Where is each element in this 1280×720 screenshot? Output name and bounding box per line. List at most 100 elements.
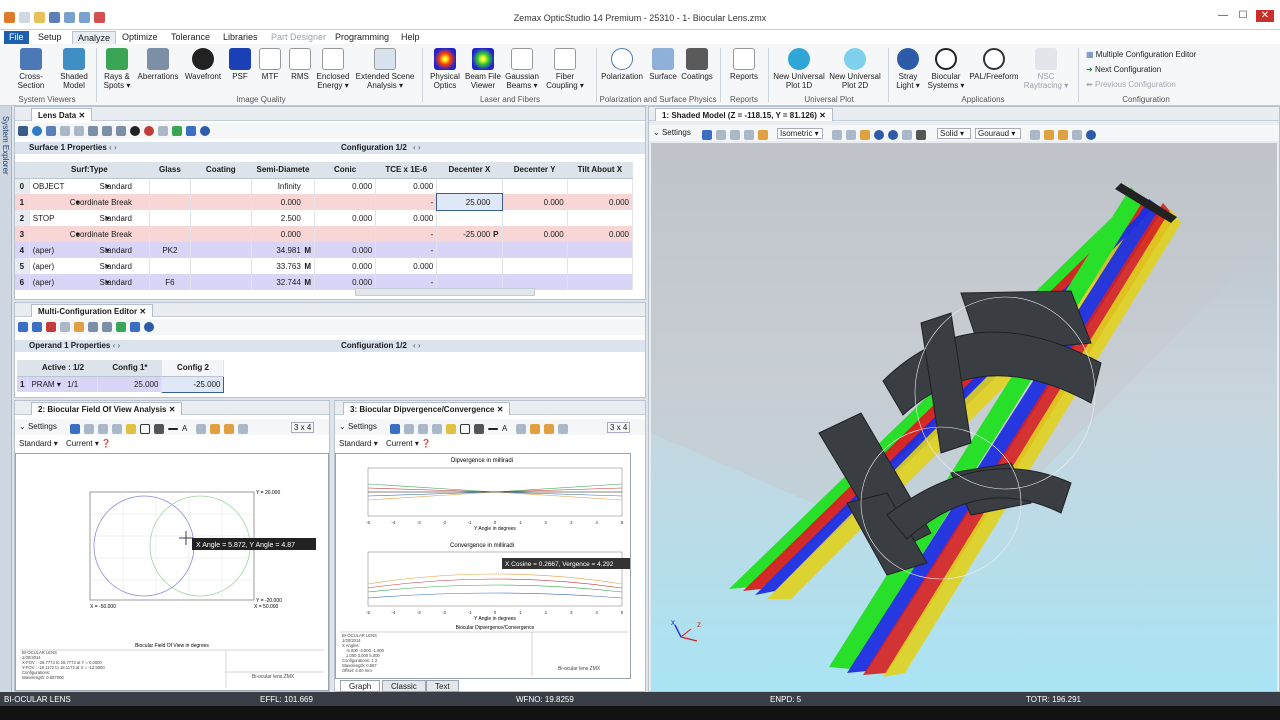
grid-icon[interactable]: [224, 424, 234, 434]
axes-icon[interactable]: [758, 130, 768, 140]
tool-icon[interactable]: [74, 322, 84, 332]
shading-select[interactable]: Gouraud ▾: [975, 128, 1021, 139]
col-header[interactable]: Decenter X: [436, 162, 503, 179]
tilt-x-cell[interactable]: [567, 242, 634, 258]
prev-surface-icon[interactable]: ‹: [109, 143, 112, 152]
new-universal-plot-2d-button[interactable]: New Universal Plot 2D: [828, 48, 882, 90]
convert-icon[interactable]: [130, 322, 140, 332]
col-header[interactable]: TCE x 1E-6: [375, 162, 438, 179]
surf-type-cell[interactable]: Coordinate Break ▾: [29, 194, 151, 210]
system-explorer-sidebar[interactable]: System Explorer: [0, 106, 12, 692]
semi-diameter-cell[interactable]: 33.763 M: [251, 258, 316, 274]
pencil-icon[interactable]: [446, 424, 456, 434]
semi-diameter-cell[interactable]: 2.500: [251, 210, 316, 226]
next-configuration-link[interactable]: ➜ Next Configuration: [1086, 65, 1161, 74]
menu-setup[interactable]: Setup: [33, 31, 67, 44]
surf-type-cell[interactable]: STOP Standard ▾: [29, 210, 151, 226]
tool-icon[interactable]: [158, 126, 168, 136]
aberrations-button[interactable]: Aberrations: [136, 48, 180, 81]
surf-type-cell[interactable]: (aper) Standard ▾: [29, 274, 151, 290]
copy-icon[interactable]: [84, 424, 94, 434]
table-row[interactable]: 4 (aper) Standard ▾ PK2 34.981 M 0.000-: [15, 242, 634, 258]
decenter-x-cell[interactable]: [436, 178, 503, 194]
col-header[interactable]: Active : 1/2: [27, 360, 99, 377]
text-icon[interactable]: A: [182, 424, 192, 434]
z-icon[interactable]: [888, 130, 898, 140]
convert-icon[interactable]: [186, 126, 196, 136]
grid-icon[interactable]: [1058, 130, 1068, 140]
solve-flag[interactable]: M: [303, 246, 311, 255]
config-nav-icon[interactable]: ‹ ›: [413, 340, 421, 352]
operand-cell[interactable]: PRAM ▾ 1/1: [27, 376, 99, 392]
table-row[interactable]: 1 Coordinate Break ▾ 0.000 -25.000 0.000 0.0…: [15, 193, 634, 211]
col-header[interactable]: Coating: [190, 162, 252, 179]
nsc-raytracing-button[interactable]: NSC Raytracing ▾: [1022, 48, 1070, 90]
close-button[interactable]: ✕: [1256, 10, 1274, 22]
arrow-icon[interactable]: [154, 424, 164, 434]
glass-cell[interactable]: [149, 226, 191, 242]
col-header[interactable]: Conic: [314, 162, 377, 179]
next-surface-icon[interactable]: ›: [114, 143, 117, 152]
physical-optics-button[interactable]: Physical Optics: [426, 48, 464, 90]
conic-cell[interactable]: [314, 194, 377, 210]
tce-cell[interactable]: 0.000: [375, 258, 438, 274]
grid-icon[interactable]: [102, 322, 112, 332]
decenter-x-cell[interactable]: [436, 258, 503, 274]
tilt-x-cell[interactable]: 0.000: [567, 194, 634, 210]
fiber-coupling-button[interactable]: Fiber Coupling ▾: [544, 48, 586, 90]
current-dropdown[interactable]: Current ▾: [386, 439, 419, 448]
surface-properties-bar[interactable]: Surface 1 Properties ‹ › Configuration 1/…: [15, 142, 645, 154]
rectangle-icon[interactable]: [460, 424, 470, 434]
rays-spots-button[interactable]: Rays & Spots ▾: [100, 48, 134, 90]
current-dropdown[interactable]: Current ▾: [66, 439, 99, 448]
tab-shaded-model[interactable]: 1: Shaded Model (Z = -118.15, Y = 81.126…: [655, 108, 833, 121]
line-icon[interactable]: [488, 428, 498, 430]
conic-cell[interactable]: [314, 226, 377, 242]
lock-icon[interactable]: [1030, 130, 1040, 140]
minimize-button[interactable]: —: [1214, 10, 1232, 22]
config-nav-icon[interactable]: ‹ ›: [413, 142, 421, 154]
gaussian-beams-button[interactable]: Gaussian Beams ▾: [504, 48, 540, 90]
col-header[interactable]: Glass: [149, 162, 191, 179]
dropdown-icon[interactable]: ▾: [106, 278, 110, 287]
move-icon[interactable]: [18, 126, 28, 136]
stop-icon[interactable]: [144, 126, 154, 136]
col-header[interactable]: Tilt About X: [567, 162, 634, 179]
dropdown-icon[interactable]: ▾: [106, 214, 110, 223]
delete-icon[interactable]: [46, 322, 56, 332]
polarization-button[interactable]: Polarization: [600, 48, 644, 81]
help-icon[interactable]: [200, 126, 210, 136]
col-header[interactable]: Config 1*: [97, 360, 163, 377]
tool-icon[interactable]: [60, 126, 70, 136]
biocular-systems-button[interactable]: Biocular Systems ▾: [926, 48, 966, 90]
pickup-flag[interactable]: P: [493, 230, 498, 239]
layout-icon[interactable]: [46, 126, 56, 136]
print-icon[interactable]: [744, 130, 754, 140]
settings-button[interactable]: ⌄ Settings: [653, 128, 691, 137]
circle-icon[interactable]: [130, 126, 140, 136]
save-icon[interactable]: [98, 424, 108, 434]
grid-size-select[interactable]: 3 x 4: [607, 422, 631, 433]
save-icon[interactable]: [418, 424, 428, 434]
swap-icon[interactable]: [116, 322, 126, 332]
layers-icon[interactable]: [558, 424, 568, 434]
refresh-icon[interactable]: [70, 424, 80, 434]
close-icon[interactable]: ✕: [169, 405, 176, 414]
grid-size-select[interactable]: 3 x 4: [291, 422, 315, 433]
copy-icon[interactable]: [716, 130, 726, 140]
conic-cell[interactable]: 0.000: [314, 178, 377, 194]
glass-cell[interactable]: F6: [149, 274, 191, 290]
grid-icon[interactable]: [116, 126, 126, 136]
new-universal-plot-1d-button[interactable]: New Universal Plot 1D: [772, 48, 826, 90]
col-header[interactable]: Config 2: [161, 360, 225, 377]
print-icon[interactable]: [432, 424, 442, 434]
menu-programming[interactable]: Programming: [330, 31, 394, 44]
z-icon[interactable]: [874, 130, 884, 140]
settings-button[interactable]: ⌄ Settings: [339, 422, 377, 431]
lock-icon[interactable]: [530, 424, 540, 434]
layers-icon[interactable]: [238, 424, 248, 434]
rectangle-icon[interactable]: [140, 424, 150, 434]
tab-dipvergence[interactable]: 3: Biocular Dipvergence/Convergence ✕: [343, 402, 511, 415]
surf-type-cell[interactable]: (aper) Standard ▾: [29, 258, 151, 274]
semi-diameter-cell[interactable]: 34.981 M: [251, 242, 316, 258]
